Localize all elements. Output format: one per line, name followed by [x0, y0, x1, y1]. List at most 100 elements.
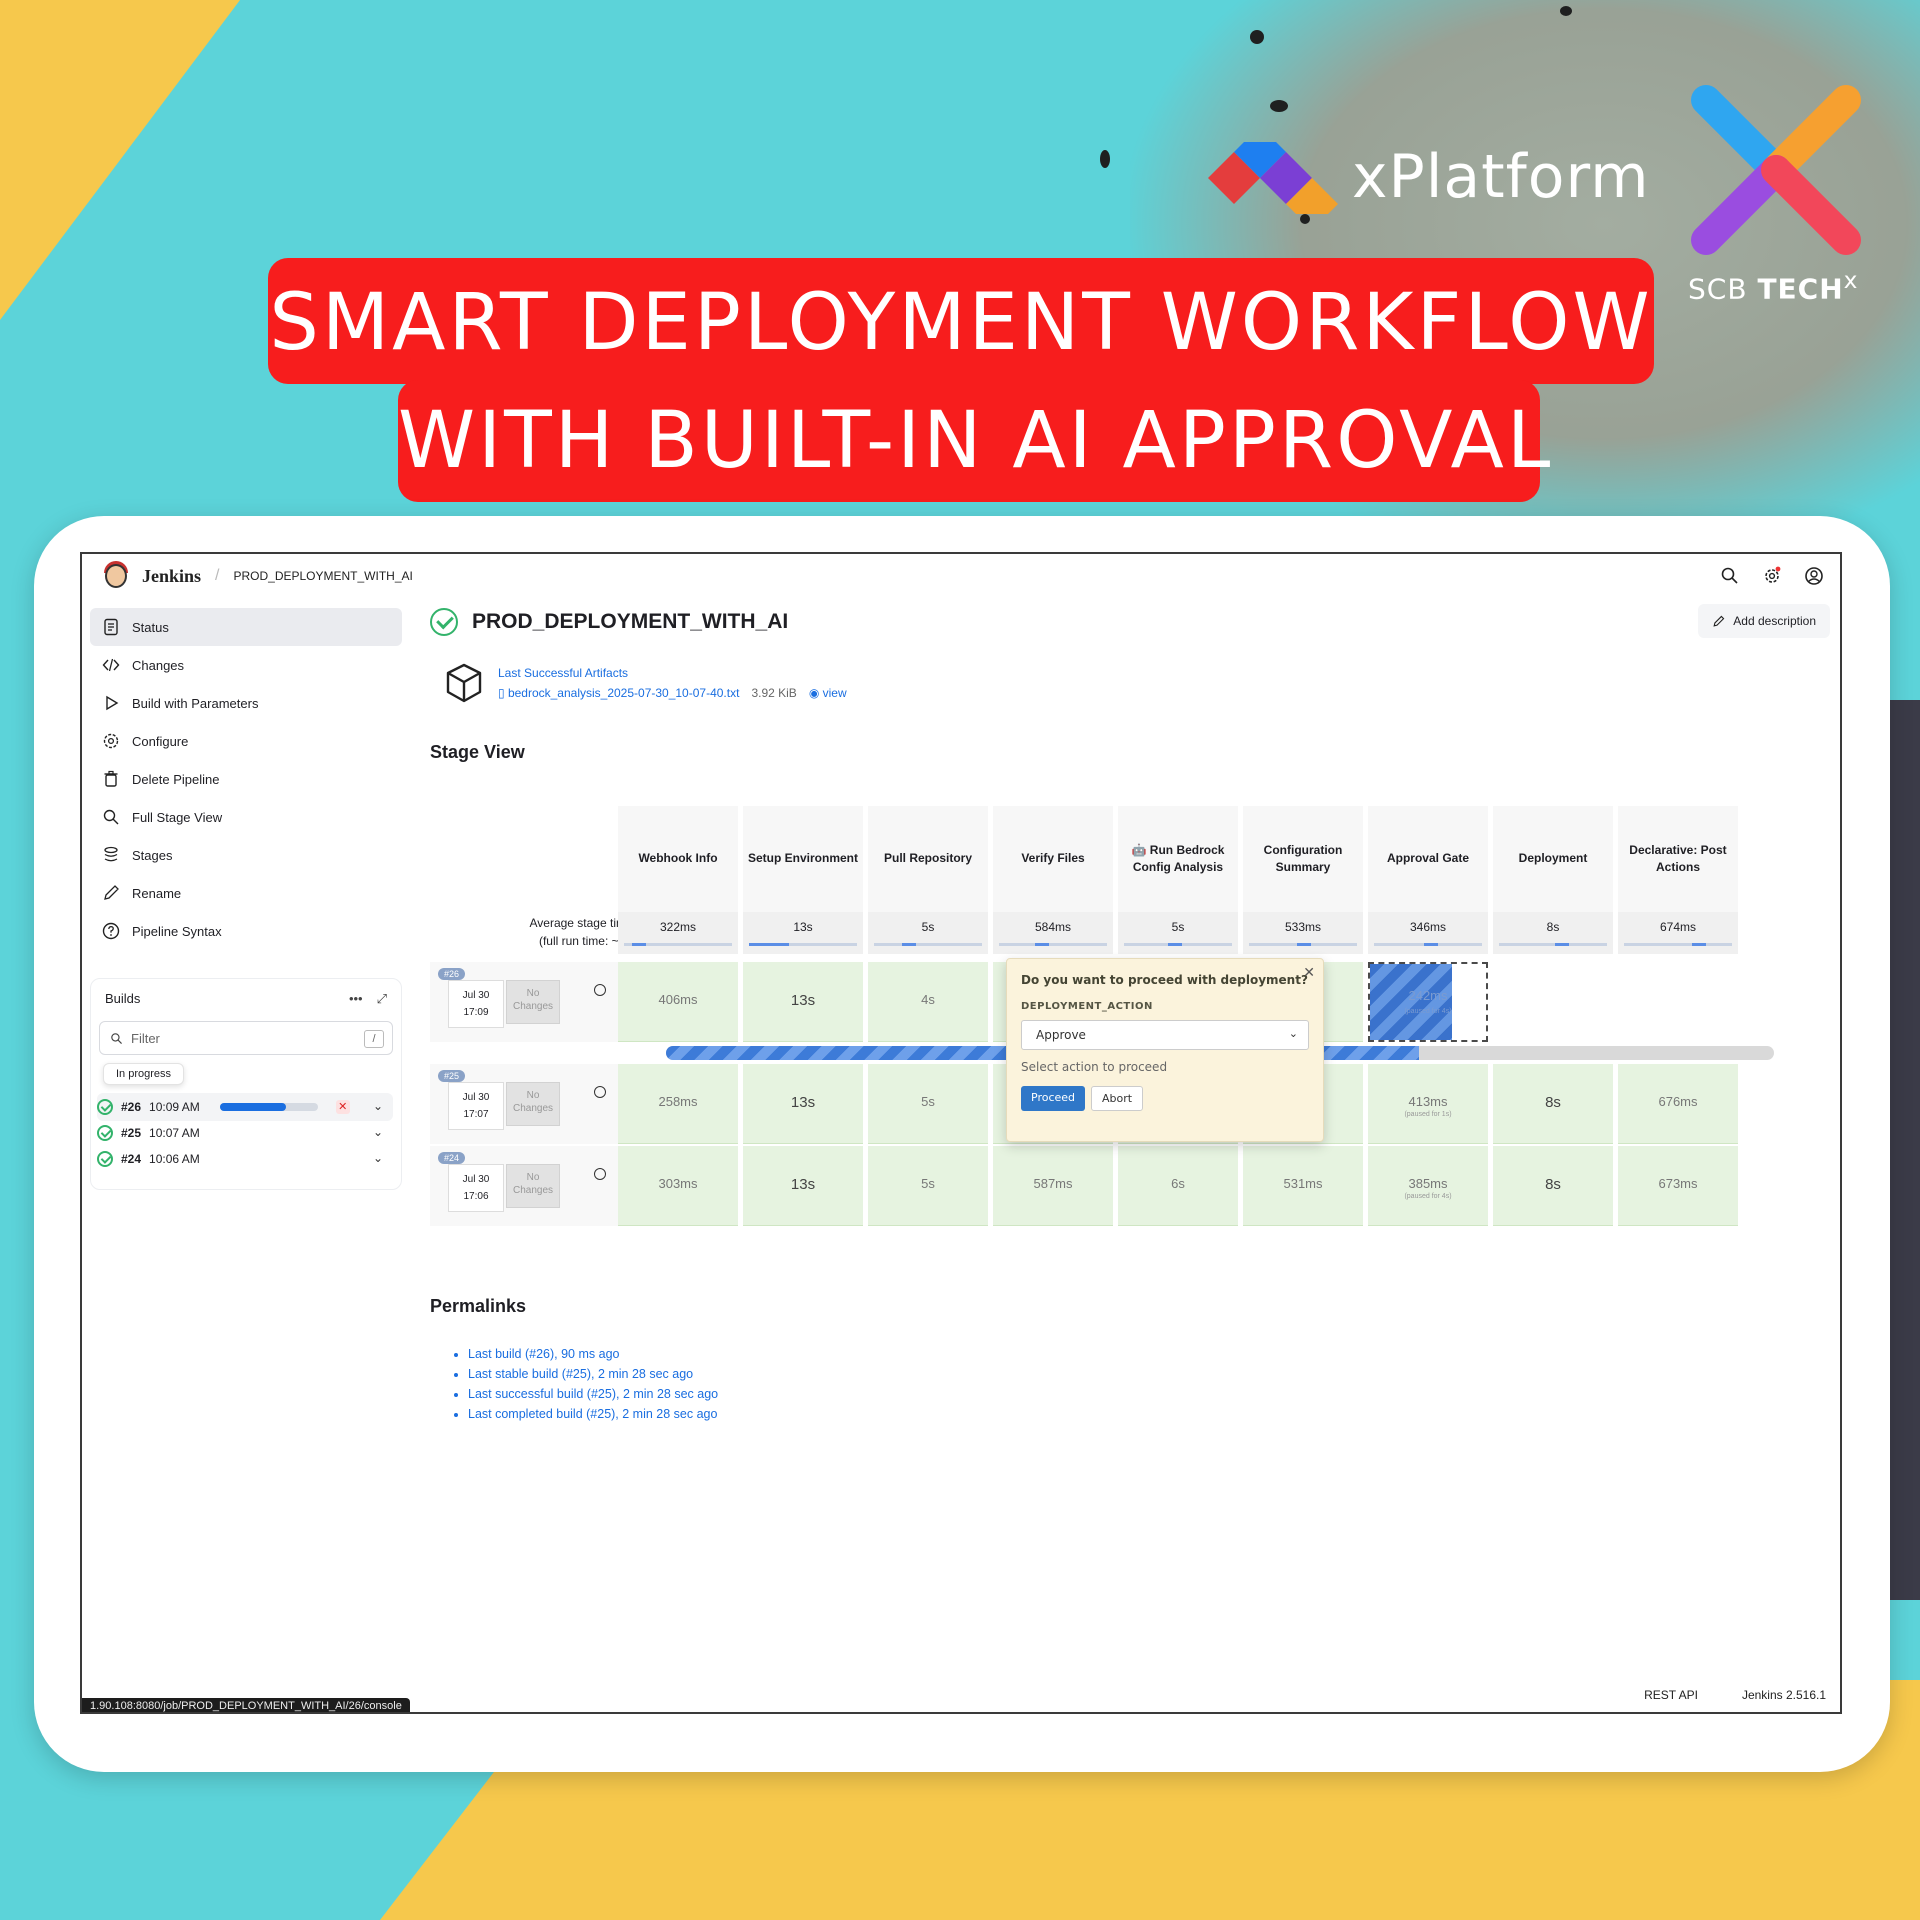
last-successful-artifacts: Last Successful Artifacts ▯ bedrock_anal…	[444, 662, 847, 704]
stage-cell[interactable]: 258ms	[618, 1064, 738, 1144]
average-time-bar	[749, 943, 857, 946]
sidebar-item-configure[interactable]: Configure	[90, 722, 402, 760]
sidebar-item-rename[interactable]: Rename	[90, 874, 402, 912]
clock-icon[interactable]	[594, 1168, 606, 1180]
builds-title: Builds	[105, 991, 141, 1006]
average-time-bar-segment	[902, 943, 916, 946]
stage-average-time: 584ms	[993, 912, 1113, 954]
in-progress-tooltip: In progress	[103, 1063, 185, 1085]
stage-cell[interactable]: 676ms	[1618, 1064, 1738, 1144]
build-date: Jul 30	[462, 990, 490, 1001]
stage-cell[interactable]: 587ms	[993, 1146, 1113, 1226]
package-icon	[446, 663, 482, 703]
breadcrumb-pipeline[interactable]: PROD_DEPLOYMENT_WITH_AI	[233, 569, 412, 583]
clock-icon[interactable]	[594, 1086, 606, 1098]
close-icon[interactable]: ✕	[1303, 965, 1315, 981]
average-time-value: 584ms	[1034, 920, 1072, 934]
permalink-last-build[interactable]: Last build (#26), 90 ms ago	[468, 1344, 718, 1364]
sidebar: Status Changes Build with Parameters Con…	[90, 608, 402, 950]
stage-cell[interactable]: 5s	[868, 1146, 988, 1226]
sidebar-item-delete-pipeline[interactable]: Delete Pipeline	[90, 760, 402, 798]
search-icon	[111, 1032, 122, 1044]
proceed-button[interactable]: Proceed	[1021, 1086, 1086, 1111]
sidebar-item-stages[interactable]: Stages	[90, 836, 402, 874]
stage-cell[interactable]: 5s	[868, 1064, 988, 1144]
breadcrumb-separator: /	[215, 567, 220, 584]
build-row-25[interactable]: #25 10:07 AM ⌄	[97, 1119, 393, 1147]
build-number-badge[interactable]: #26	[438, 968, 466, 980]
permalink-last-completed-build[interactable]: Last completed build (#25), 2 min 28 sec…	[468, 1404, 718, 1424]
stage-cell[interactable]: 531ms	[1243, 1146, 1363, 1226]
jenkins-home-link[interactable]: Jenkins	[142, 566, 201, 587]
jenkins-version-link[interactable]: Jenkins 2.516.1	[1742, 1688, 1826, 1702]
abort-button[interactable]: Abort	[1091, 1086, 1144, 1111]
filter-shortcut-badge: /	[364, 1030, 384, 1048]
build-number-badge[interactable]: #24	[438, 1152, 466, 1164]
stage-cell[interactable]	[1618, 962, 1738, 1042]
stage-cell[interactable]: 13s	[743, 1146, 863, 1226]
search-icon[interactable]	[1720, 566, 1740, 586]
sidebar-item-build-with-parameters[interactable]: Build with Parameters	[90, 684, 402, 722]
build-number-badge[interactable]: #25	[438, 1070, 466, 1082]
build-progress-fill	[219, 1103, 287, 1111]
sidebar-item-full-stage-view[interactable]: Full Stage View	[90, 798, 402, 836]
sidebar-item-status[interactable]: Status	[90, 608, 402, 646]
deployment-action-select[interactable]: Approve ⌄	[1021, 1020, 1309, 1050]
sidebar-item-pipeline-syntax[interactable]: Pipeline Syntax	[90, 912, 402, 950]
stage-view-table: Average stage times: (full run time: ~44…	[430, 806, 1774, 1256]
artifacts-title-link[interactable]: Last Successful Artifacts	[498, 666, 847, 680]
clock-icon[interactable]	[594, 984, 606, 996]
stage-cell[interactable]: 413ms (paused for 1s)	[1368, 1064, 1488, 1144]
jenkins-logo-icon[interactable]	[102, 561, 130, 591]
layers-icon	[104, 846, 118, 862]
stage-cell[interactable]: 8s	[1493, 1064, 1613, 1144]
stage-view-title: Stage View	[430, 742, 525, 762]
ink-dot	[1560, 6, 1572, 16]
artifact-size: 3.92 KiB	[751, 686, 797, 700]
permalink-last-stable-build[interactable]: Last stable build (#25), 2 min 28 sec ag…	[468, 1364, 718, 1384]
sidebar-item-changes[interactable]: Changes	[90, 646, 402, 684]
stage-cell[interactable]: 303ms	[618, 1146, 738, 1226]
permalink-last-successful-build[interactable]: Last successful build (#25), 2 min 28 se…	[468, 1384, 718, 1404]
headline-line-1: SMART DEPLOYMENT WORKFLOW	[268, 258, 1654, 384]
build-row-24[interactable]: #24 10:06 AM ⌄	[97, 1145, 393, 1173]
builds-filter-input[interactable]: Filter /	[99, 1021, 393, 1055]
chevron-down-icon[interactable]: ⌄	[373, 1099, 383, 1113]
sidebar-item-label: Pipeline Syntax	[132, 923, 222, 939]
paused-note: (paused for 4s)	[1404, 1008, 1452, 1015]
stage-cell[interactable]	[1493, 962, 1613, 1042]
sidebar-item-label: Build with Parameters	[132, 695, 259, 711]
stage-cell[interactable]: 385ms (paused for 4s)	[1368, 1146, 1488, 1226]
average-time-bar-segment	[1168, 943, 1182, 946]
build-date: Jul 30	[462, 1092, 490, 1103]
stage-cell[interactable]: 8s	[1493, 1146, 1613, 1226]
stage-cell[interactable]: 673ms	[1618, 1146, 1738, 1226]
abort-build-button[interactable]: ✕	[335, 1100, 350, 1114]
rest-api-link[interactable]: REST API	[1644, 1688, 1698, 1702]
artifact-file-link[interactable]: ▯ bedrock_analysis_2025-07-30_10-07-40.t…	[498, 686, 739, 700]
stage-duration: 303ms	[658, 1176, 698, 1191]
build-row-26[interactable]: #26 10:09 AM ✕ ⌄	[97, 1093, 393, 1121]
expand-icon[interactable]: ⤢	[377, 991, 387, 1007]
gear-icon[interactable]	[1762, 566, 1782, 586]
stage-average-time: 533ms	[1243, 912, 1363, 954]
ink-dot	[1100, 150, 1110, 168]
add-description-button[interactable]: Add description	[1698, 604, 1830, 638]
sidebar-item-label: Configure	[132, 733, 189, 749]
stage-average-time: 322ms	[618, 912, 738, 954]
chevron-down-icon[interactable]: ⌄	[373, 1151, 383, 1165]
stage-cell[interactable]: 406ms	[618, 962, 738, 1042]
approval-gate-running-cell[interactable]: 242ms (paused for 4s)	[1368, 962, 1488, 1042]
stage-cell[interactable]: 6s	[1118, 1146, 1238, 1226]
chevron-down-icon[interactable]: ⌄	[373, 1125, 383, 1139]
stage-average-time: 8s	[1493, 912, 1613, 954]
trash-icon	[104, 770, 118, 787]
success-status-icon	[97, 1125, 113, 1141]
stage-cell[interactable]: 13s	[743, 962, 863, 1042]
build-date-card: Jul 30 17:06	[448, 1164, 504, 1212]
more-icon[interactable]: •••	[349, 991, 363, 1007]
user-icon[interactable]	[1804, 566, 1824, 586]
stage-cell[interactable]: 13s	[743, 1064, 863, 1144]
artifact-view-link[interactable]: ◉ view	[809, 686, 847, 700]
stage-cell[interactable]: 4s	[868, 962, 988, 1042]
